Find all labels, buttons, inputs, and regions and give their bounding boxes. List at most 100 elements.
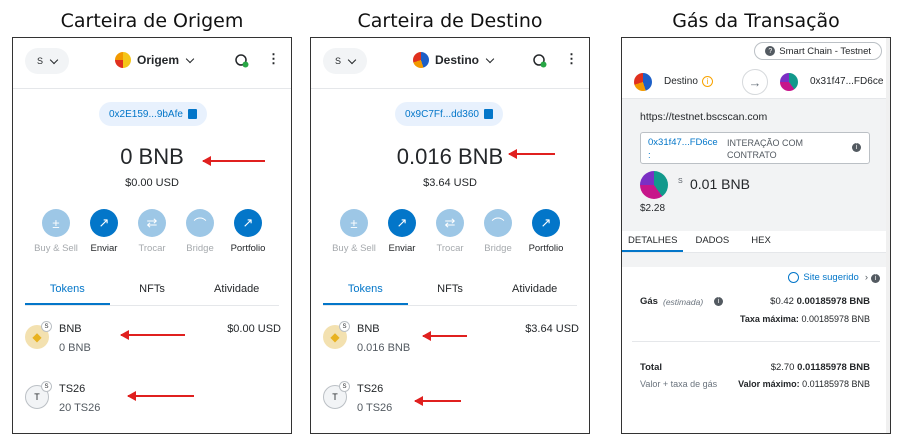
swap-button[interactable]: ⇄ Trocar <box>134 209 170 254</box>
asset-usd: $3.64 USD <box>525 323 579 335</box>
caption-origin: Carteira de Origem <box>60 10 244 32</box>
asset-row-bnb[interactable]: ◆ S BNB 0.016 BNB $3.64 USD <box>323 321 579 361</box>
tab-nfts[interactable]: NFTs <box>110 279 195 305</box>
chevron-right-icon: › <box>864 272 868 283</box>
tab-details[interactable]: DETALHES <box>622 231 684 252</box>
network-picker[interactable]: S <box>25 48 69 74</box>
copy-icon <box>483 109 493 119</box>
asset-name: BNB <box>59 323 82 335</box>
suggested-site-link[interactable]: Site sugerido › <box>788 272 868 283</box>
swap-icon: ⇄ <box>436 209 464 237</box>
network-badge: S <box>339 381 350 392</box>
connected-sites-icon[interactable] <box>235 54 249 68</box>
swap-button[interactable]: ⇄ Trocar <box>432 209 468 254</box>
asset-amount: 0 BNB <box>59 342 91 354</box>
tab-tokens[interactable]: Tokens <box>323 279 408 305</box>
network-badge: S <box>41 321 52 332</box>
warning-info-icon[interactable]: i <box>702 76 713 87</box>
bridge-button[interactable]: ⌒ Bridge <box>480 209 516 254</box>
portfolio-icon: ↗ <box>532 209 560 237</box>
tx-amount-usd: $2.28 <box>640 203 666 214</box>
token-avatar <box>640 171 668 199</box>
scrollbar[interactable] <box>886 38 890 433</box>
portfolio-button[interactable]: ↗ Portfolio <box>528 209 564 254</box>
bridge-icon: ⌒ <box>186 209 214 237</box>
buy-sell-button[interactable]: ± Buy & Sell <box>332 209 376 254</box>
network-badge: S <box>41 381 52 392</box>
account-picker[interactable]: Origem <box>115 52 195 68</box>
tab-activity[interactable]: Atividade <box>194 279 279 305</box>
max-value-amount: 0.01185978 BNB <box>802 379 870 389</box>
kebab-menu-icon[interactable]: ⋮ <box>565 51 578 67</box>
address-text: 0x9C7Ff...dd360 <box>405 108 479 120</box>
tab-data[interactable]: DADOS <box>689 231 735 252</box>
address-copy-button[interactable]: 0x9C7Ff...dd360 <box>395 102 503 126</box>
gas-usd: $0.42 <box>770 296 794 307</box>
kebab-menu-icon[interactable]: ⋮ <box>267 51 280 67</box>
max-value-label: Valor máximo: <box>738 379 800 389</box>
action-label: Trocar <box>138 243 166 254</box>
tab-tokens[interactable]: Tokens <box>25 279 110 305</box>
account-name: Origem <box>137 53 180 67</box>
wallet-header: S Origem ⋮ <box>13 38 291 89</box>
balance-usd: $0.00 USD <box>125 177 179 189</box>
to-address[interactable]: 0x31f47...FD6ce <box>810 76 883 87</box>
chevron-down-icon <box>49 55 59 64</box>
action-label: Portfolio <box>528 243 564 254</box>
account-avatar <box>413 52 429 68</box>
swap-icon: ⇄ <box>138 209 166 237</box>
asset-tabs: Tokens NFTs Atividade <box>323 279 577 306</box>
from-to-row: Destino i → 0x31f47...FD6ce <box>622 65 890 99</box>
wallet-header: S Destino ⋮ <box>311 38 589 89</box>
asset-amount: 0.016 BNB <box>357 342 411 354</box>
divider <box>311 88 589 89</box>
info-icon[interactable]: i <box>714 297 723 306</box>
caption-gas: Gás da Transação <box>672 10 840 32</box>
info-icon[interactable]: i <box>871 274 880 283</box>
asset-row-bnb[interactable]: ◆ S BNB 0 BNB $0.00 USD <box>25 321 281 361</box>
tab-nfts[interactable]: NFTs <box>408 279 493 305</box>
network-badge: S <box>339 321 350 332</box>
info-icon[interactable]: i <box>852 143 861 152</box>
red-arrow <box>127 391 194 401</box>
dest-wallet-panel: S Destino ⋮ 0x9C7Ff...dd360 0.016 BNB $3… <box>310 37 590 434</box>
send-icon: ↗ <box>90 209 118 237</box>
help-icon: ? <box>765 46 776 56</box>
max-fee-value: 0.00185978 BNB <box>801 314 870 324</box>
arrow-right-icon: → <box>742 69 768 95</box>
bridge-button[interactable]: ⌒ Bridge <box>182 209 218 254</box>
send-button[interactable]: ↗ Enviar <box>384 209 420 254</box>
tx-confirm-panel: ? Smart Chain - Testnet Destino i → 0x31f… <box>621 37 891 434</box>
chevron-down-icon <box>485 54 495 63</box>
tab-hex[interactable]: HEX <box>745 231 777 252</box>
asset-usd: $0.00 USD <box>227 323 281 335</box>
balance-amount: 0.016 BNB <box>396 144 504 169</box>
gas-fee: $0.42 0.00185978 BNB <box>770 296 870 307</box>
asset-row-ts26[interactable]: T S TS26 20 TS26 <box>25 381 281 421</box>
send-button[interactable]: ↗ Enviar <box>86 209 122 254</box>
site-origin: https://testnet.bscscan.com <box>640 111 768 123</box>
network-picker[interactable]: S <box>323 48 367 74</box>
action-label: Buy & Sell <box>332 243 376 254</box>
total-usd: $2.70 <box>770 362 795 373</box>
asset-name: BNB <box>357 323 380 335</box>
from-account[interactable]: Destino <box>664 76 698 87</box>
account-picker[interactable]: Destino <box>413 52 495 68</box>
asset-tabs: Tokens NFTs Atividade <box>25 279 279 306</box>
max-value: Valor máximo: 0.01185978 BNB <box>738 379 870 389</box>
address-copy-button[interactable]: 0x2E159...9bAfe <box>99 102 207 126</box>
portfolio-button[interactable]: ↗ Portfolio <box>230 209 266 254</box>
tab-activity[interactable]: Atividade <box>492 279 577 305</box>
buy-sell-button[interactable]: ± Buy & Sell <box>34 209 78 254</box>
network-name: Smart Chain - Testnet <box>779 45 871 57</box>
red-arrow <box>202 156 265 166</box>
network-badge: S <box>678 178 683 185</box>
contract-address[interactable]: 0x31f47...FD6ce <box>648 137 718 148</box>
tx-amount: 0.01 BNB <box>690 176 750 192</box>
connected-sites-icon[interactable] <box>533 54 547 68</box>
total-bnb: 0.01185978 BNB <box>797 362 870 373</box>
asset-amount: 20 TS26 <box>59 402 101 414</box>
bridge-icon: ⌒ <box>484 209 512 237</box>
action-row: ± Buy & Sell ↗ Enviar ⇄ Trocar ⌒ Bridge ↗ Por… <box>311 209 589 254</box>
balance-amount: 0 BNB <box>120 144 184 169</box>
